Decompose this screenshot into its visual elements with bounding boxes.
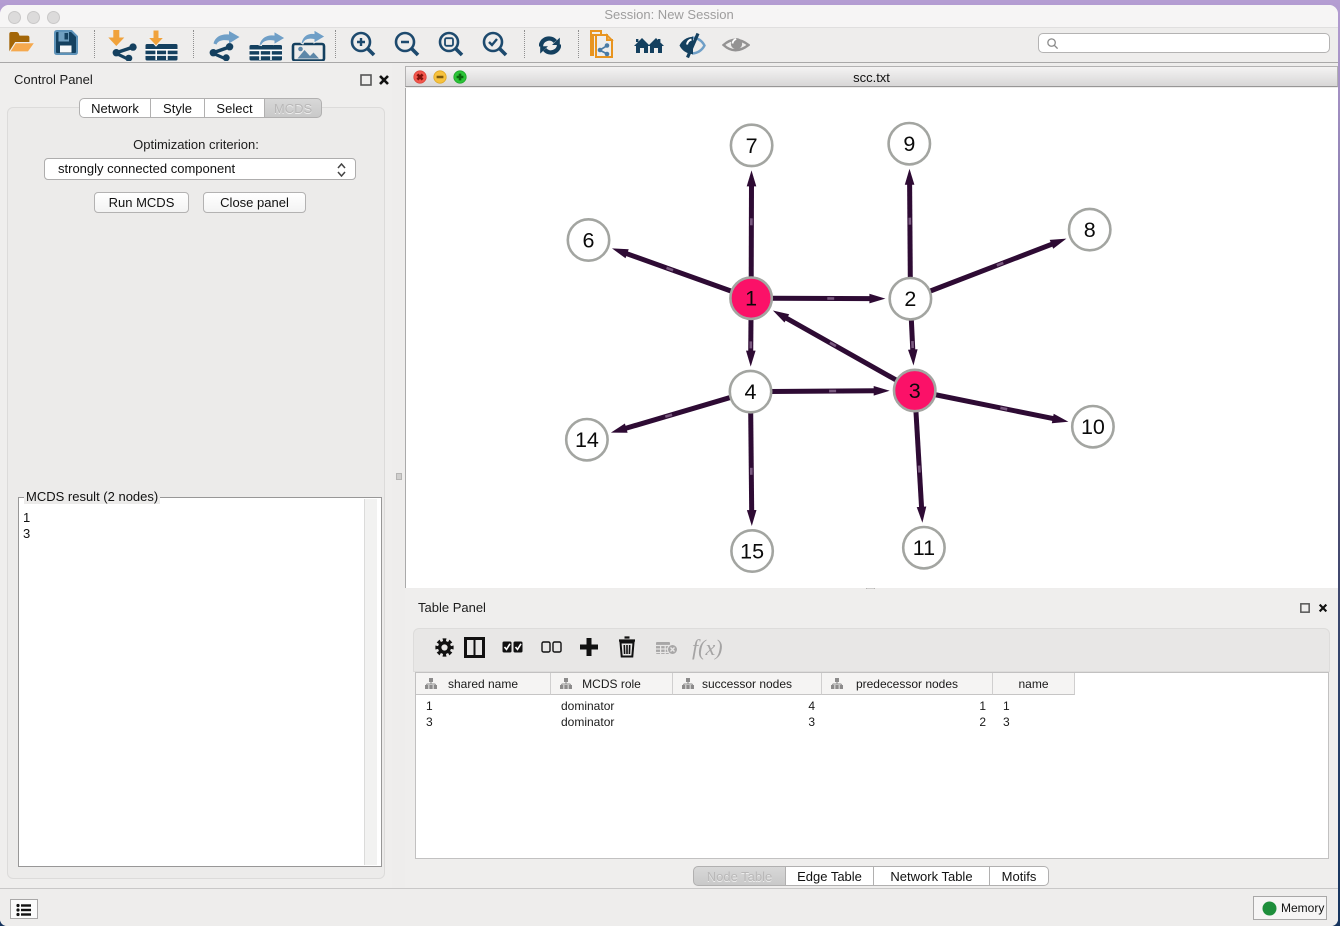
svg-text:15: 15 (740, 540, 764, 564)
svg-text:4: 4 (745, 380, 757, 404)
svg-text:10: 10 (1081, 415, 1105, 439)
svg-text:6: 6 (583, 229, 595, 253)
svg-text:9: 9 (903, 132, 915, 156)
svg-text:11: 11 (913, 536, 935, 560)
svg-text:7: 7 (746, 134, 758, 158)
svg-text:1: 1 (745, 287, 757, 311)
svg-text:3: 3 (909, 379, 921, 403)
svg-text:2: 2 (904, 287, 916, 311)
svg-text:14: 14 (575, 428, 599, 452)
svg-text:8: 8 (1084, 218, 1096, 242)
